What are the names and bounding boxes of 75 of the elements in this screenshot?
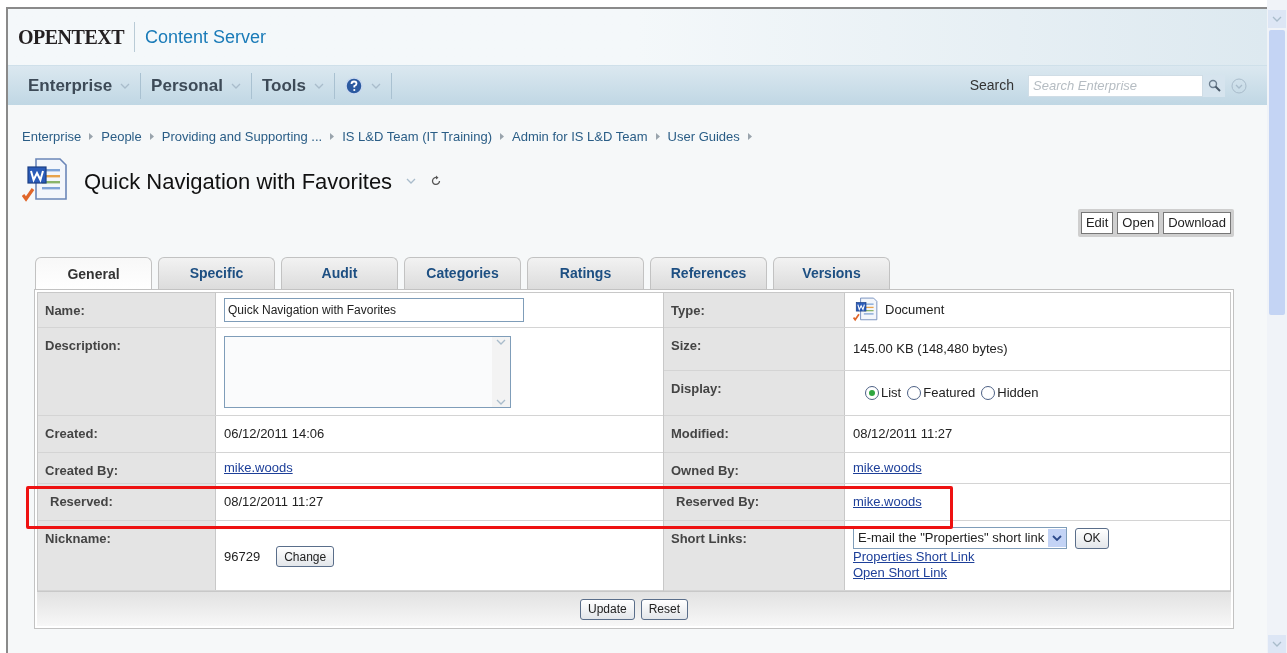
field-label: Modified: bbox=[664, 416, 845, 452]
nav-menu[interactable]: Personal bbox=[141, 72, 252, 99]
caret-icon bbox=[120, 82, 131, 89]
action-button[interactable]: Open bbox=[1117, 212, 1160, 234]
scrollbar[interactable] bbox=[492, 337, 510, 407]
tab[interactable]: General bbox=[35, 257, 152, 290]
help-icon bbox=[345, 76, 363, 95]
description-field[interactable] bbox=[224, 336, 511, 408]
tab[interactable]: Audit bbox=[281, 257, 398, 289]
change-button[interactable]: Change bbox=[276, 546, 335, 567]
chevron-right-icon bbox=[655, 133, 660, 140]
field-label: Name: bbox=[38, 293, 216, 327]
breadcrumb-link[interactable]: Enterprise bbox=[22, 126, 82, 147]
name-field[interactable]: Quick Navigation with Favorites bbox=[224, 298, 524, 322]
word-document-icon bbox=[853, 297, 879, 323]
field-label: Type: bbox=[664, 293, 845, 327]
breadcrumb-link[interactable]: IS L&D Team (IT Training) bbox=[342, 126, 492, 147]
user-link[interactable]: mike.woods bbox=[853, 458, 922, 478]
display-radio[interactable]: List bbox=[865, 383, 902, 403]
field-value: 08/12/2011 11:27 bbox=[224, 493, 324, 512]
breadcrumb-link[interactable]: User Guides bbox=[667, 126, 740, 147]
tab[interactable]: Versions bbox=[773, 257, 890, 289]
field-label: Created: bbox=[38, 416, 216, 452]
field-value: 06/12/2011 14:06 bbox=[224, 425, 325, 444]
field-value: Document bbox=[885, 301, 945, 320]
nickname-value: 96729 bbox=[224, 547, 261, 566]
display-radio[interactable]: Featured bbox=[907, 383, 976, 403]
scrollbar[interactable] bbox=[1267, 0, 1287, 653]
breadcrumb-link[interactable]: Providing and Supporting ... bbox=[161, 126, 323, 147]
field-label: Owned By: bbox=[664, 453, 845, 483]
chevron-right-icon bbox=[149, 133, 154, 140]
tab[interactable]: Ratings bbox=[527, 257, 644, 289]
tab[interactable]: Categories bbox=[404, 257, 521, 289]
caret-icon bbox=[230, 82, 241, 89]
chevron-right-icon bbox=[500, 133, 504, 140]
action-button[interactable]: Download bbox=[1163, 212, 1231, 234]
field-value: 145.00 KB (148,480 bytes) bbox=[853, 340, 1008, 359]
field-value: 08/12/2011 11:27 bbox=[853, 425, 953, 444]
nav-menu[interactable]: Tools bbox=[251, 72, 335, 99]
nav-menu[interactable]: Enterprise bbox=[18, 72, 142, 99]
tab[interactable]: Specific bbox=[158, 257, 275, 289]
field-label: Created By: bbox=[38, 453, 216, 483]
field-label: Nickname: bbox=[38, 521, 216, 590]
short-link-dropdown[interactable]: E-mail the "Properties" short link bbox=[853, 527, 1068, 549]
document-title: Quick Navigation with Favorites bbox=[84, 167, 393, 196]
field-label: Description: bbox=[38, 328, 216, 415]
field-label: Display: bbox=[664, 371, 845, 415]
user-link[interactable]: mike.woods bbox=[853, 492, 922, 512]
caret-icon bbox=[406, 178, 417, 184]
caret-icon bbox=[314, 82, 324, 89]
field-label: Size: bbox=[664, 328, 845, 370]
display-radio[interactable]: Hidden bbox=[981, 383, 1039, 403]
logo: OPENTEXT bbox=[18, 22, 136, 52]
search-label: Search bbox=[969, 76, 1014, 95]
short-link[interactable]: Properties Short Link bbox=[853, 549, 975, 565]
short-link[interactable]: Open Short Link bbox=[853, 565, 947, 581]
user-link[interactable]: mike.woods bbox=[224, 458, 293, 478]
scroll-down-icon bbox=[496, 399, 506, 405]
search-icon bbox=[1207, 79, 1221, 92]
caret-icon bbox=[371, 82, 381, 89]
breadcrumb-link[interactable]: Admin for IS L&D Team bbox=[512, 126, 648, 147]
refresh-icon[interactable] bbox=[430, 175, 443, 187]
form-button[interactable]: Update bbox=[579, 598, 635, 620]
chevron-right-icon bbox=[330, 133, 335, 140]
chevron-right-icon bbox=[89, 133, 94, 140]
ok-button[interactable]: OK bbox=[1075, 527, 1109, 549]
action-button[interactable]: Edit bbox=[1080, 212, 1114, 234]
tab[interactable]: References bbox=[650, 257, 767, 289]
field-label: Short Links: bbox=[664, 521, 845, 590]
form-button[interactable]: Reset bbox=[640, 598, 689, 620]
product-name: Content Server bbox=[144, 25, 267, 49]
scroll-down-icon bbox=[1272, 641, 1282, 647]
chevron-right-icon bbox=[747, 133, 752, 140]
breadcrumb-link[interactable]: People bbox=[101, 126, 142, 147]
search-options-icon[interactable] bbox=[1231, 77, 1247, 94]
